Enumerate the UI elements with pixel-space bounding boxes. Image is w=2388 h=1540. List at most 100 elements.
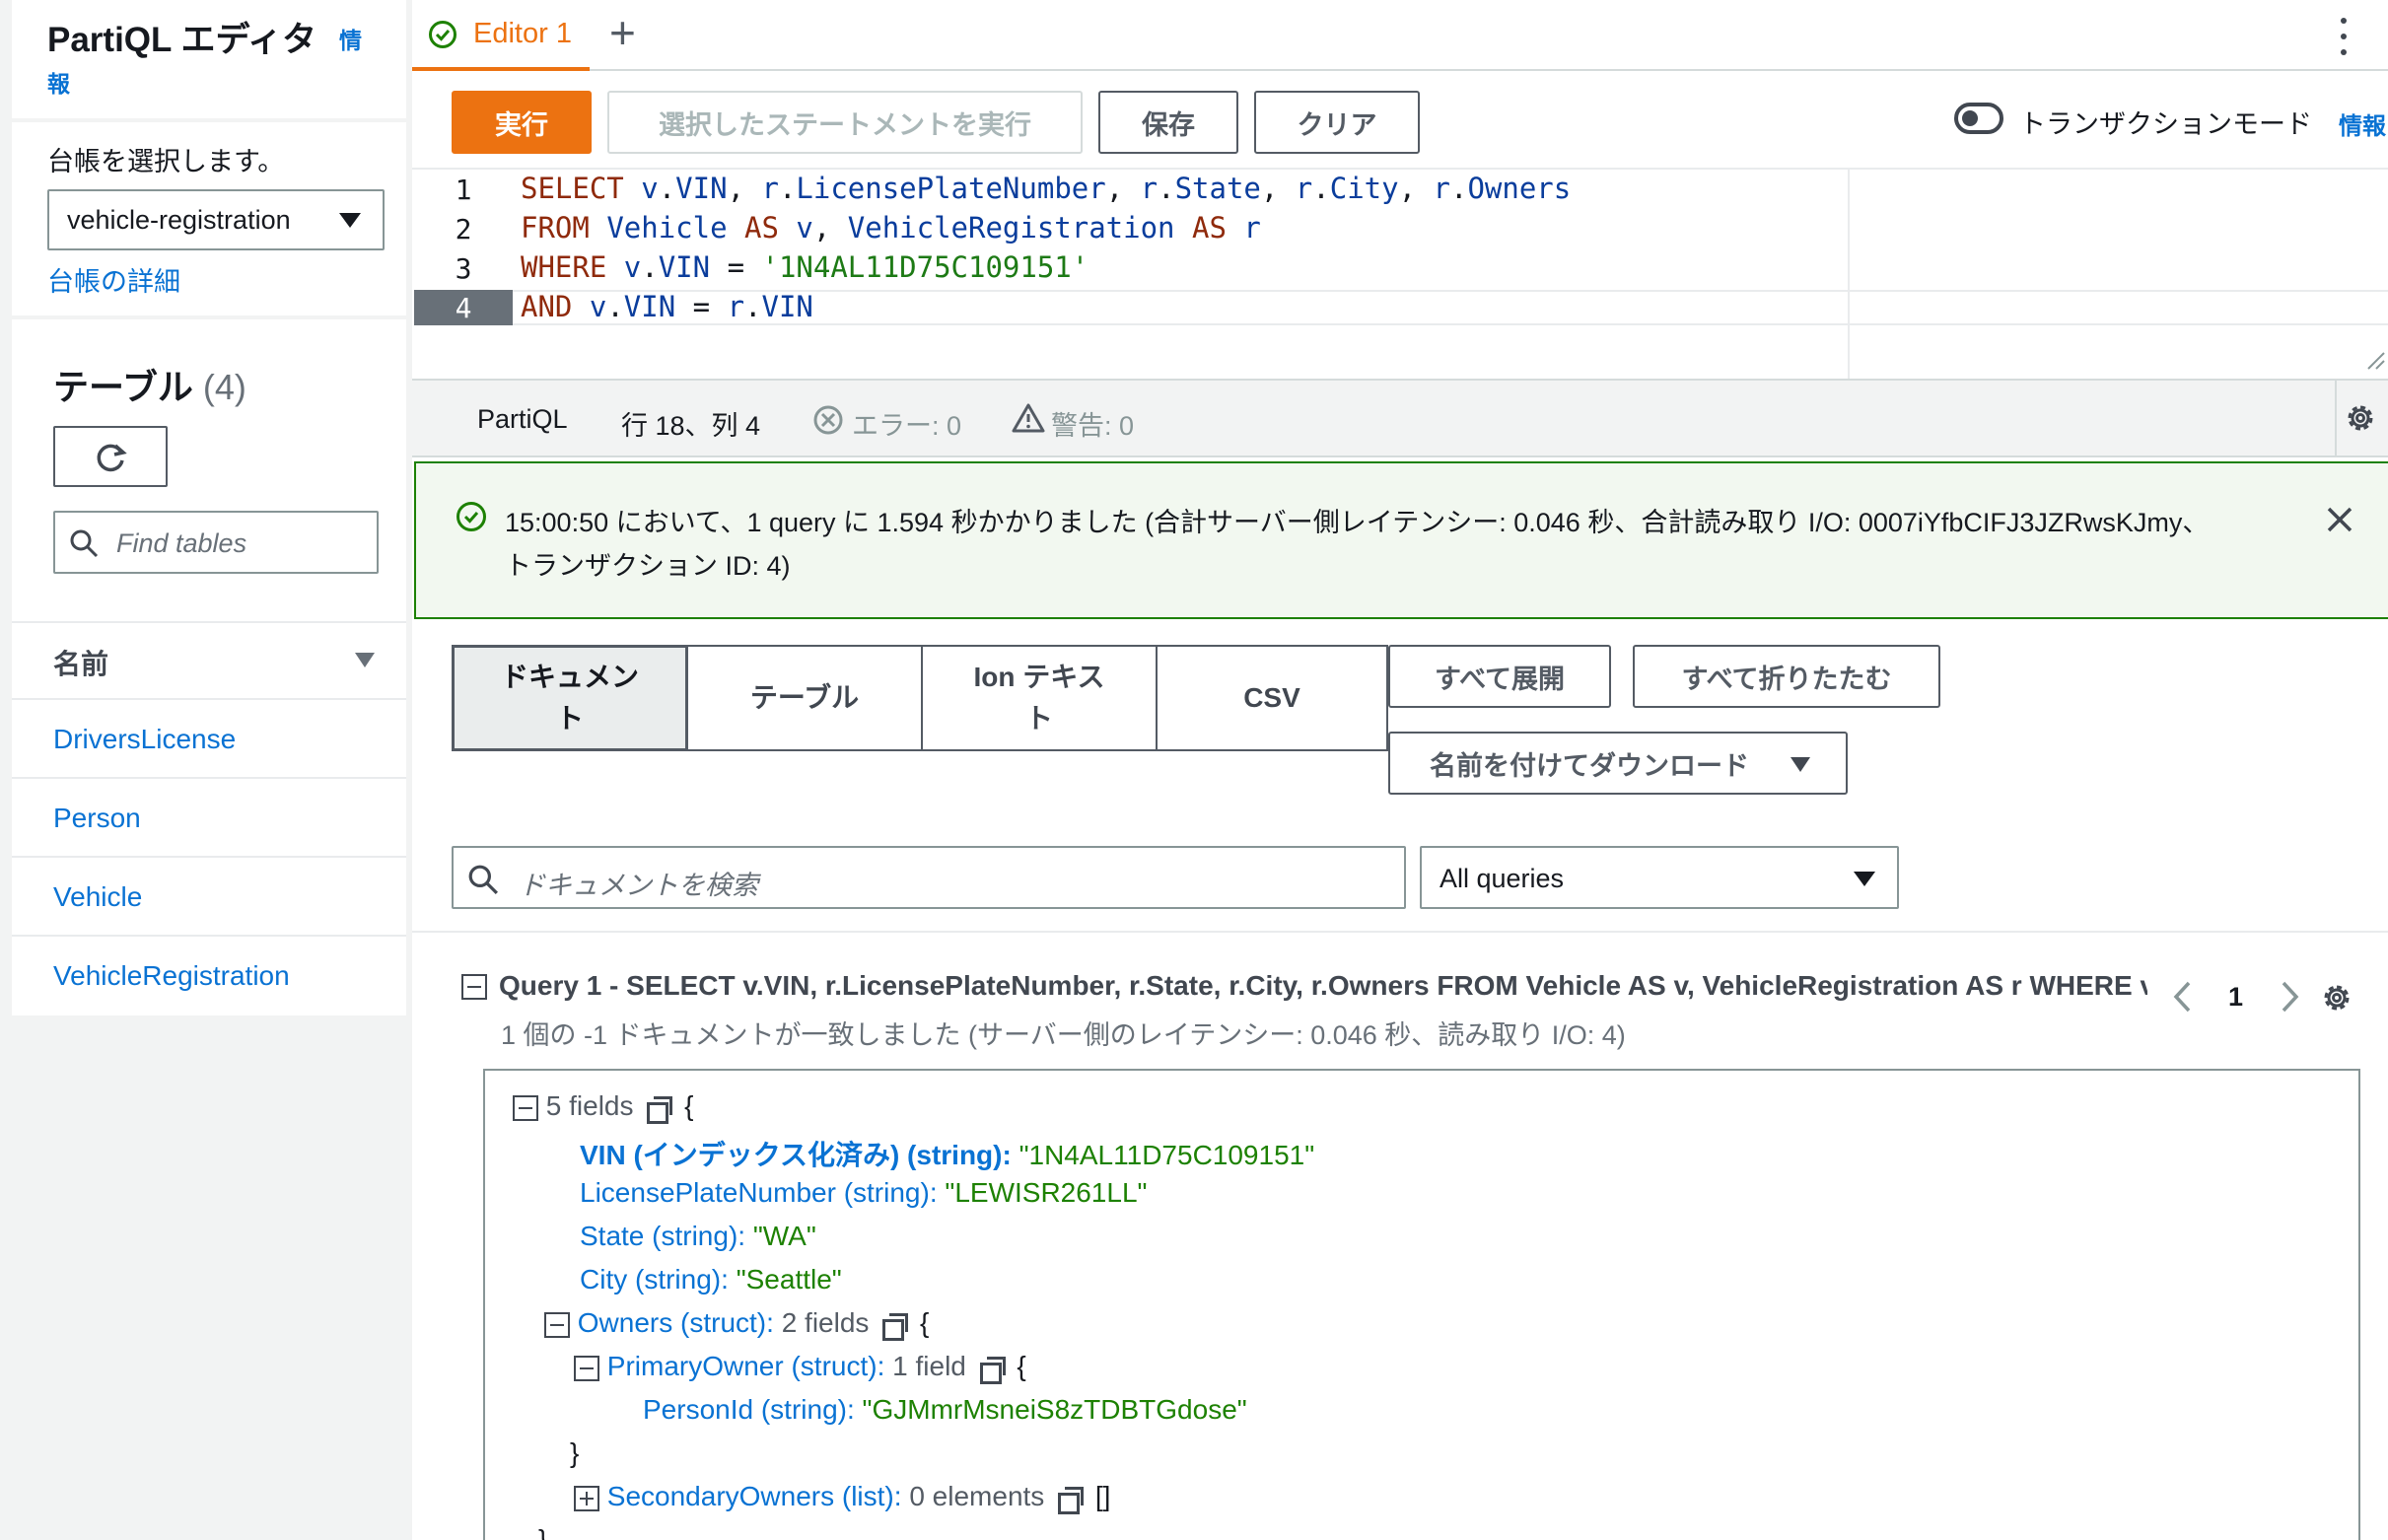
- run-button[interactable]: 実行: [452, 91, 592, 154]
- query-result-summary: 1 個の -1 ドキュメントが一致しました (サーバー側のレイテンシー: 0.0…: [501, 1020, 1626, 1050]
- expand-secondary-owners-icon[interactable]: [574, 1485, 599, 1511]
- primary-owner-field-count: 1 field: [892, 1351, 966, 1381]
- primary-owner-key[interactable]: PrimaryOwner (struct):: [607, 1351, 885, 1381]
- line-number: 2: [455, 213, 472, 245]
- divider: [12, 621, 406, 623]
- resize-handle-icon[interactable]: [2366, 349, 2386, 371]
- sort-down-icon[interactable]: [355, 653, 375, 667]
- find-tables-input[interactable]: Find tables: [53, 511, 379, 574]
- save-button[interactable]: 保存: [1098, 91, 1238, 154]
- more-options-icon[interactable]: [2325, 16, 2364, 59]
- query-filter-select[interactable]: All queries: [1420, 846, 1899, 909]
- query-result-title: Query 1 - SELECT v.VIN, r.LicensePlateNu…: [499, 970, 2147, 1001]
- vin-value: "1N4AL11D75C109151": [1018, 1140, 1315, 1170]
- state-key[interactable]: State (string):: [580, 1221, 745, 1251]
- brace-open: {: [919, 1307, 930, 1338]
- line-number-active: 4: [455, 292, 472, 324]
- field-secondary-owners: SecondaryOwners (list): 0 elements []: [574, 1481, 1110, 1514]
- license-plate-key[interactable]: LicensePlateNumber (string):: [580, 1177, 938, 1208]
- tables-panel: テーブル (4) Find tables 名前 DriversLicense P…: [12, 319, 406, 1015]
- chevron-left-icon[interactable]: [2171, 980, 2193, 1014]
- vin-key[interactable]: VIN (インデックス化済み) (string):: [580, 1140, 1012, 1170]
- collapse-all-button[interactable]: すべて折りたたむ: [1633, 645, 1940, 708]
- divider: [12, 935, 406, 937]
- sidebar-header: PartiQL エディタ 情 報: [12, 0, 406, 118]
- caret-down-icon: [1854, 872, 1875, 886]
- root-field-count: 5 fields: [545, 1090, 634, 1121]
- ledger-select[interactable]: vehicle-registration: [47, 189, 385, 250]
- close-icon[interactable]: [2325, 505, 2354, 534]
- table-item-vehicleregistration[interactable]: VehicleRegistration: [53, 960, 290, 992]
- info-link-cont[interactable]: 報: [47, 65, 70, 99]
- page-title: PartiQL エディタ: [47, 21, 317, 59]
- table-item-driverslicense[interactable]: DriversLicense: [53, 724, 236, 755]
- person-id-key[interactable]: PersonId (string):: [643, 1394, 855, 1425]
- alert-line-2: トランザクション ID: 4): [505, 551, 791, 581]
- copy-icon[interactable]: [882, 1312, 909, 1341]
- code-line-2: FROM Vehicle AS v, VehicleRegistration A…: [521, 211, 1261, 245]
- refresh-button[interactable]: [53, 426, 168, 487]
- clear-button[interactable]: クリア: [1254, 91, 1420, 154]
- divider: [12, 698, 406, 700]
- error-count: エラー: 0: [852, 411, 962, 441]
- expand-all-button[interactable]: すべて展開: [1388, 645, 1611, 708]
- divider: [12, 777, 406, 779]
- cursor-position: 行 18、列 4: [621, 411, 761, 441]
- download-as-button[interactable]: 名前を付けてダウンロード: [1388, 732, 1848, 795]
- tab-bar: Editor 1 +: [412, 0, 2388, 71]
- ledger-select-value: vehicle-registration: [67, 205, 291, 235]
- success-alert: 15:00:50 において、1 query に 1.594 秒かかりました (合…: [414, 461, 2388, 619]
- tab-editor-1[interactable]: Editor 1: [412, 0, 590, 71]
- view-tab-csv-label: CSV: [1243, 682, 1300, 713]
- view-tab-document-label: ドキュメント: [500, 662, 639, 734]
- settings-gear-icon[interactable]: [2319, 980, 2354, 1015]
- tables-count: (4): [202, 367, 246, 407]
- alert-message: 15:00:50 において、1 query に 1.594 秒かかりました (合…: [505, 501, 2309, 588]
- divider: [412, 931, 2388, 933]
- ledger-details-link[interactable]: 台帳の詳細: [47, 260, 180, 299]
- run-selected-button[interactable]: 選択したステートメントを実行: [607, 91, 1083, 154]
- owners-key[interactable]: Owners (struct):: [578, 1307, 774, 1338]
- field-person-id: PersonId (string): "GJMmrMsneiS8zTDBTGdo…: [643, 1394, 1247, 1426]
- page-number[interactable]: 1: [2228, 982, 2243, 1013]
- brace-close: }: [570, 1437, 580, 1468]
- collapse-query-icon[interactable]: [461, 974, 487, 1000]
- info-link[interactable]: 情報: [2339, 106, 2386, 141]
- column-header-name[interactable]: 名前: [53, 643, 108, 682]
- view-tab-csv[interactable]: CSV: [1156, 645, 1388, 751]
- collapse-root-icon[interactable]: [513, 1094, 538, 1121]
- caret-down-icon: [339, 213, 361, 228]
- city-key[interactable]: City (string):: [580, 1264, 729, 1295]
- city-value: "Seattle": [736, 1264, 842, 1295]
- secondary-owners-count: 0 elements: [909, 1481, 1045, 1511]
- code-line-3: WHERE v.VIN = '1N4AL11D75C109151': [521, 250, 1089, 284]
- collapse-primary-owner-icon[interactable]: [574, 1355, 599, 1381]
- copy-icon[interactable]: [1058, 1486, 1085, 1514]
- secondary-owners-key[interactable]: SecondaryOwners (list):: [607, 1481, 902, 1511]
- view-tab-table[interactable]: テーブル: [686, 645, 923, 751]
- error-icon: [813, 405, 843, 435]
- chevron-right-icon[interactable]: [2280, 980, 2301, 1014]
- copy-icon[interactable]: [647, 1095, 673, 1124]
- transaction-mode-label: トランザクションモード: [2019, 109, 2312, 139]
- settings-gear-icon[interactable]: [2343, 400, 2378, 436]
- document-search-input[interactable]: ドキュメントを検索: [452, 846, 1406, 909]
- search-icon: [468, 865, 498, 894]
- field-state: State (string): "WA": [580, 1221, 816, 1252]
- add-tab-button[interactable]: +: [609, 6, 636, 59]
- root-row: 5 fields {: [513, 1090, 693, 1124]
- alert-line-1: 15:00:50 において、1 query に 1.594 秒かかりました (合…: [505, 508, 2210, 537]
- table-item-person[interactable]: Person: [53, 803, 141, 834]
- info-link[interactable]: 情: [339, 22, 362, 55]
- copy-icon[interactable]: [979, 1356, 1006, 1384]
- license-plate-value: "LEWISR261LL": [945, 1177, 1148, 1208]
- success-check-icon: [457, 502, 486, 531]
- table-item-vehicle[interactable]: Vehicle: [53, 881, 142, 913]
- warning-icon: [1012, 403, 1045, 433]
- brace-open: {: [1017, 1351, 1026, 1381]
- transaction-mode-toggle[interactable]: [1954, 103, 2003, 134]
- editor-status-bar: PartiQL 行 18、列 4 エラー: 0 警告: 0: [412, 379, 2388, 457]
- collapse-owners-icon[interactable]: [544, 1311, 570, 1338]
- view-tab-document[interactable]: ドキュメント: [452, 645, 688, 751]
- view-tab-ion-text[interactable]: Ion テキスト: [921, 645, 1158, 751]
